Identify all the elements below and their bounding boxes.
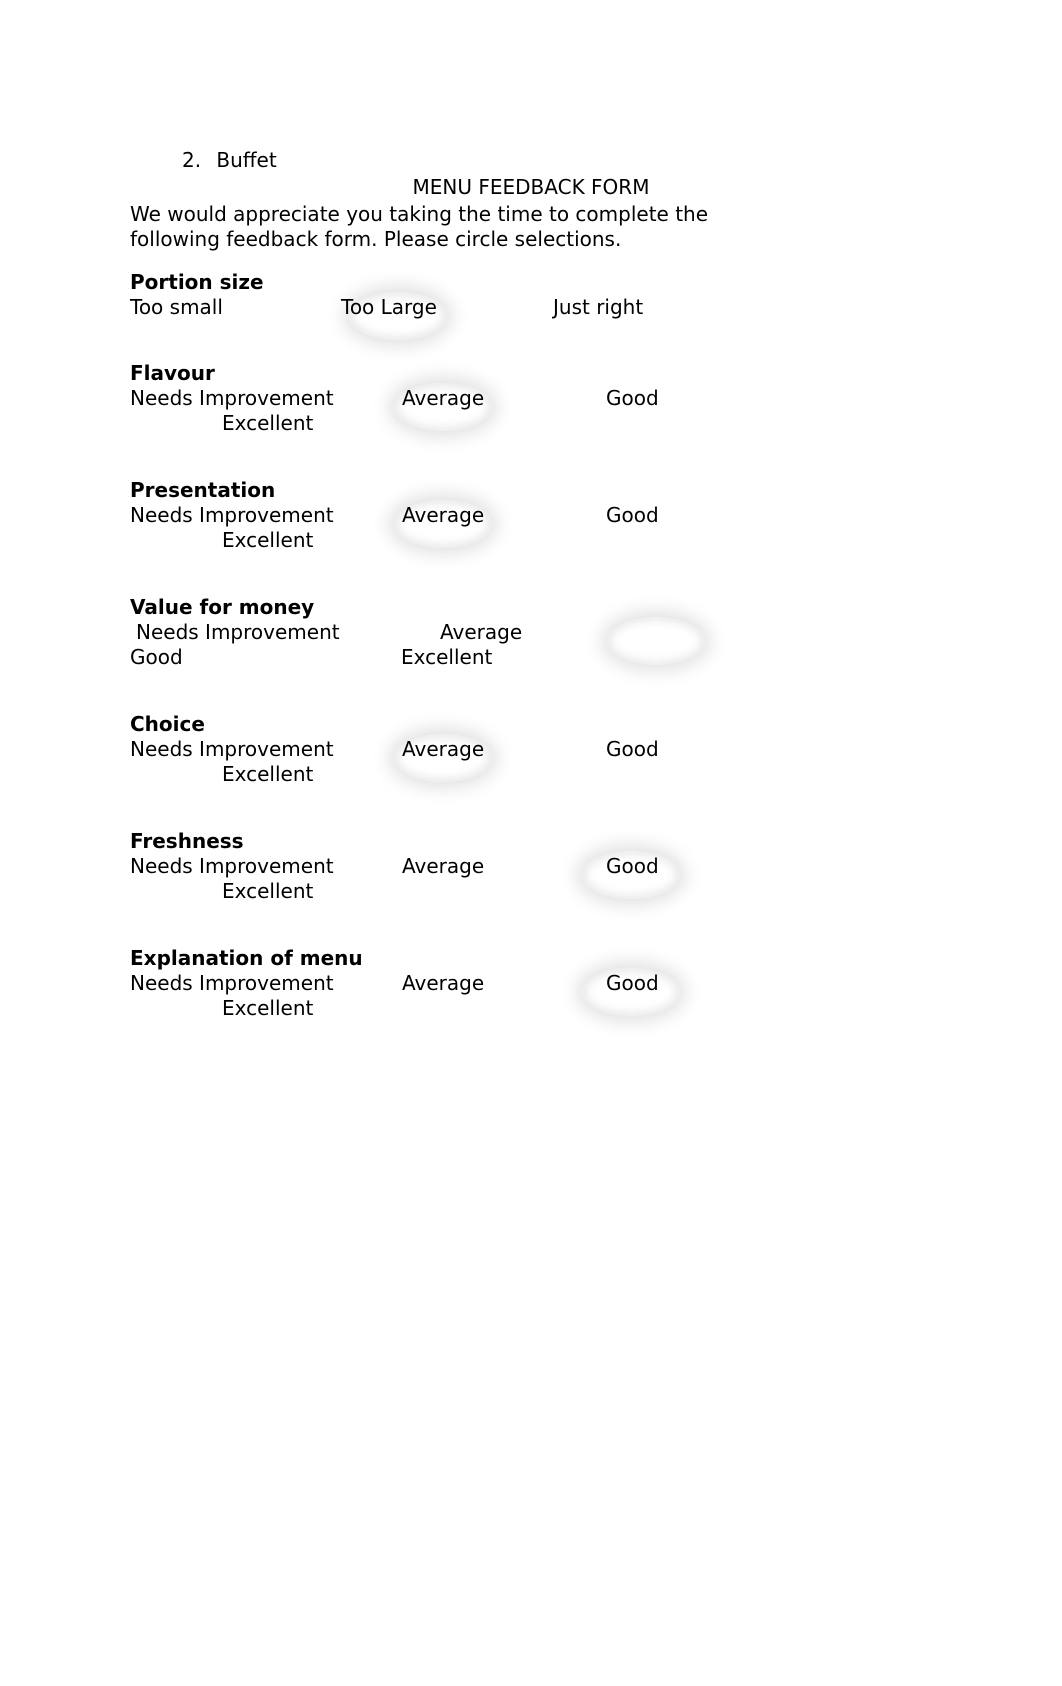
option-average[interactable]: Average bbox=[402, 854, 484, 879]
section-flavour: Flavour Needs Improvement Average Good E… bbox=[130, 361, 932, 462]
option-needs-improvement[interactable]: Needs Improvement bbox=[130, 971, 334, 996]
section-explanation-of-menu: Explanation of menu Needs Improvement Av… bbox=[130, 946, 932, 1047]
option-average[interactable]: Average bbox=[440, 620, 522, 645]
form-intro: We would appreciate you taking the time … bbox=[130, 202, 750, 252]
option-excellent[interactable]: Excellent bbox=[222, 996, 313, 1021]
option-good[interactable]: Good bbox=[606, 503, 659, 528]
option-excellent[interactable]: Excellent bbox=[401, 645, 492, 670]
list-number: 2. bbox=[182, 148, 210, 173]
section-title: Flavour bbox=[130, 361, 932, 386]
section-value-for-money: Value for money Needs Improvement Averag… bbox=[130, 595, 932, 696]
option-needs-improvement[interactable]: Needs Improvement bbox=[130, 386, 334, 411]
section-title: Value for money bbox=[130, 595, 932, 620]
section-choice: Choice Needs Improvement Average Good Ex… bbox=[130, 712, 932, 813]
option-average[interactable]: Average bbox=[402, 971, 484, 996]
ordered-list-item: 2. Buffet bbox=[130, 148, 932, 173]
option-average[interactable]: Average bbox=[402, 386, 484, 411]
section-portion-size: Portion size Too small Too Large Just ri… bbox=[130, 270, 932, 345]
option-good[interactable]: Good bbox=[606, 854, 659, 879]
section-title: Choice bbox=[130, 712, 932, 737]
option-just-right[interactable]: Just right bbox=[553, 295, 643, 320]
form-title: MENU FEEDBACK FORM bbox=[130, 175, 932, 200]
section-presentation: Presentation Needs Improvement Average G… bbox=[130, 478, 932, 579]
option-average[interactable]: Average bbox=[402, 737, 484, 762]
option-good[interactable]: Good bbox=[606, 737, 659, 762]
option-good[interactable]: Good bbox=[606, 386, 659, 411]
option-excellent[interactable]: Excellent bbox=[222, 762, 313, 787]
option-needs-improvement[interactable]: Needs Improvement bbox=[130, 854, 334, 879]
option-needs-improvement[interactable]: Needs Improvement bbox=[130, 503, 334, 528]
section-freshness: Freshness Needs Improvement Average Good… bbox=[130, 829, 932, 930]
option-excellent[interactable]: Excellent bbox=[222, 411, 313, 436]
option-excellent[interactable]: Excellent bbox=[222, 528, 313, 553]
section-title: Presentation bbox=[130, 478, 932, 503]
option-good[interactable]: Good bbox=[606, 971, 659, 996]
option-average[interactable]: Average bbox=[402, 503, 484, 528]
section-title: Freshness bbox=[130, 829, 932, 854]
list-label: Buffet bbox=[216, 148, 276, 172]
option-good[interactable]: Good bbox=[130, 645, 183, 670]
option-needs-improvement[interactable]: Needs Improvement bbox=[130, 737, 334, 762]
option-excellent[interactable]: Excellent bbox=[222, 879, 313, 904]
option-needs-improvement[interactable]: Needs Improvement bbox=[136, 620, 340, 645]
option-too-large[interactable]: Too Large bbox=[341, 295, 437, 320]
section-title: Portion size bbox=[130, 270, 932, 295]
feedback-form-page: 2. Buffet MENU FEEDBACK FORM We would ap… bbox=[0, 0, 1062, 1686]
section-title: Explanation of menu bbox=[130, 946, 932, 971]
option-too-small[interactable]: Too small bbox=[130, 295, 223, 320]
